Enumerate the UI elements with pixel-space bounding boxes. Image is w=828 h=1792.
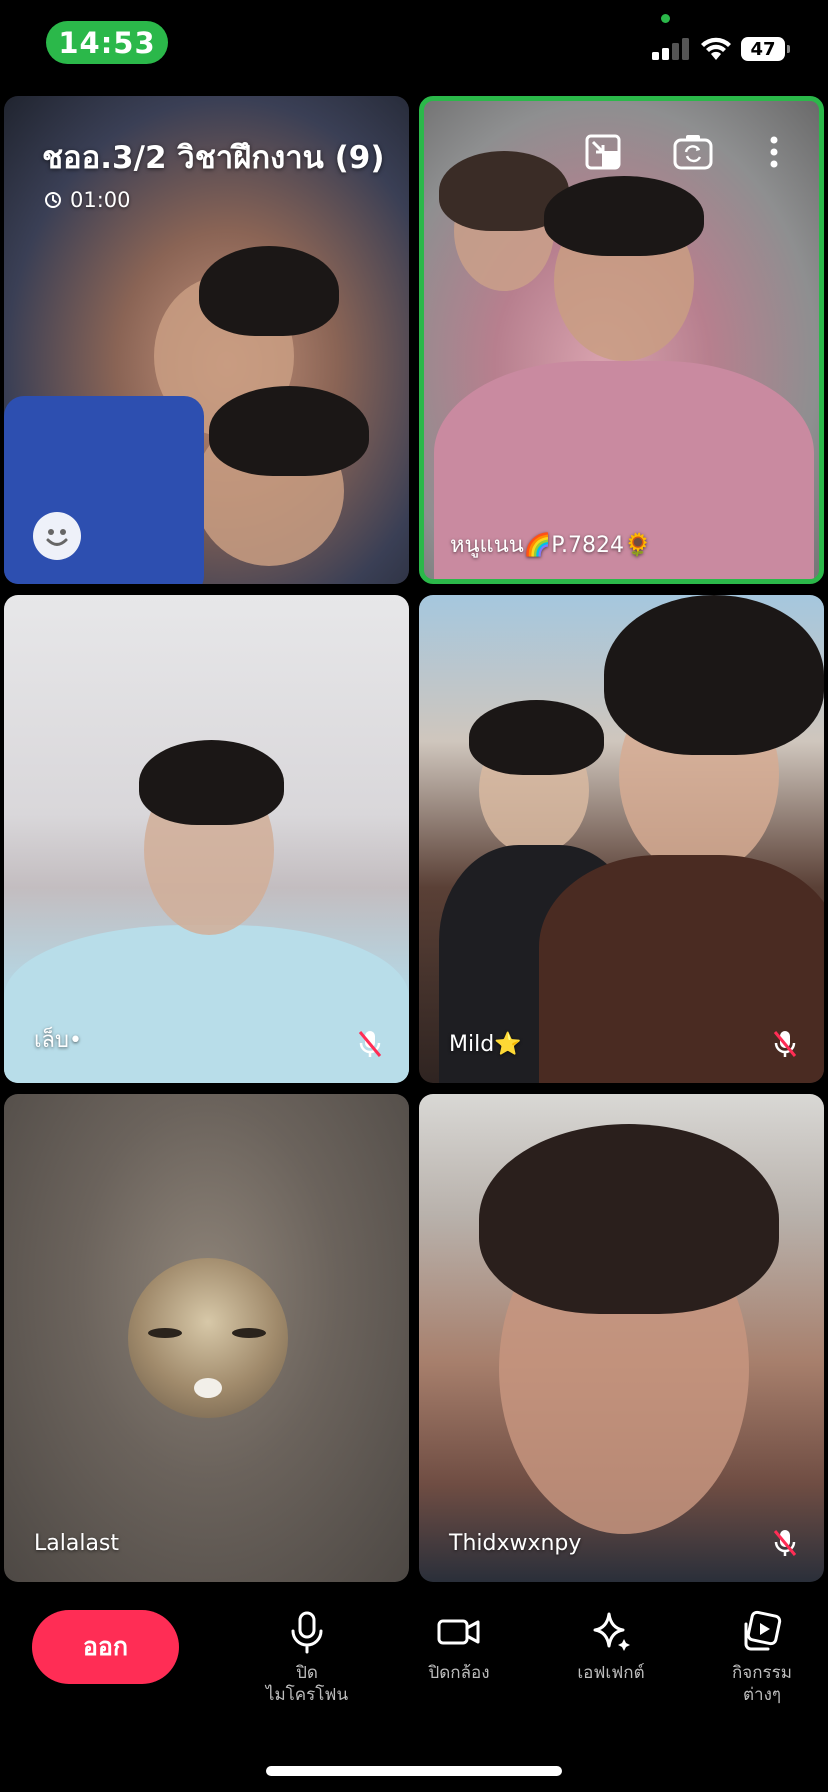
- status-bar: 14:53 47: [0, 0, 828, 90]
- minimize-icon[interactable]: [582, 131, 624, 173]
- clock-icon: [45, 192, 61, 208]
- video-hair: [139, 740, 284, 825]
- participant-name: Thidxwxnpy: [449, 1531, 582, 1556]
- effects-label: เอฟเฟกต์: [577, 1663, 645, 1683]
- battery-icon: 47: [741, 37, 790, 61]
- microphone-icon: [291, 1611, 323, 1654]
- call-timer: 01:00: [44, 188, 131, 212]
- video-hair: [544, 176, 704, 256]
- wifi-icon: [701, 37, 731, 60]
- participant-tile-3[interactable]: เล็บ•: [4, 595, 409, 1083]
- smiley-icon: [46, 529, 68, 546]
- home-indicator[interactable]: [266, 1766, 562, 1776]
- avatar: [128, 1258, 288, 1418]
- avatar-eye: [232, 1328, 266, 1338]
- camera-toggle-label: ปิดกล้อง: [428, 1663, 490, 1683]
- mic-toggle-button[interactable]: ปิด ไมโครโฟน: [247, 1610, 367, 1706]
- status-time: 14:53: [46, 21, 168, 64]
- participant-name: หนูแนน🌈P.7824🌻: [450, 533, 652, 558]
- call-controls: ออก ปิด ไมโครโฟน ปิดกล้อง เอฟเฟกต์ กิจกร…: [0, 1600, 828, 1792]
- mic-off-icon: [773, 1031, 797, 1057]
- participant-tile-6[interactable]: Thidxwxnpy: [419, 1094, 824, 1582]
- activities-button[interactable]: กิจกรรม ต่างๆ: [702, 1610, 822, 1706]
- video-hair: [604, 595, 824, 755]
- call-timer-value: 01:00: [70, 188, 131, 212]
- switch-camera-icon[interactable]: [672, 131, 714, 173]
- signal-icon: [652, 38, 689, 60]
- video-hair: [199, 246, 339, 336]
- activities-label: กิจกรรม ต่างๆ: [731, 1663, 792, 1705]
- camera-toggle-button[interactable]: ปิดกล้อง: [399, 1610, 519, 1684]
- camera-indicator-dot: [661, 14, 670, 23]
- participant-name: Lalalast: [34, 1531, 120, 1556]
- participant-tile-1[interactable]: ชออ.3/2 วิชาฝึกงาน (9) 01:00: [4, 96, 409, 584]
- reaction-button[interactable]: [33, 512, 81, 560]
- room-title: ชออ.3/2 วิชาฝึกงาน (9): [42, 140, 385, 176]
- avatar-nose: [194, 1378, 222, 1398]
- activities-icon: [744, 1610, 782, 1651]
- mic-off-icon: [358, 1031, 382, 1057]
- sparkle-icon: [593, 1612, 630, 1651]
- video-hair: [469, 700, 604, 775]
- video-hair: [209, 386, 369, 476]
- video-hair: [479, 1124, 779, 1314]
- more-options-icon[interactable]: [762, 131, 786, 173]
- mic-toggle-label: ปิด ไมโครโฟน: [265, 1663, 349, 1705]
- participant-name: Mild⭐: [449, 1032, 522, 1057]
- participant-tile-5[interactable]: Lalalast: [4, 1094, 409, 1582]
- avatar-eye: [148, 1328, 182, 1338]
- mic-off-icon: [773, 1530, 797, 1556]
- video-shirt: [4, 925, 409, 1083]
- participant-name: เล็บ•: [34, 1028, 82, 1053]
- participant-tile-2[interactable]: หนูแนน🌈P.7824🌻: [419, 96, 824, 584]
- effects-button[interactable]: เอฟเฟกต์: [551, 1610, 671, 1684]
- video-camera-icon: [437, 1619, 480, 1645]
- leave-button[interactable]: ออก: [32, 1610, 179, 1684]
- participant-tile-4[interactable]: Mild⭐: [419, 595, 824, 1083]
